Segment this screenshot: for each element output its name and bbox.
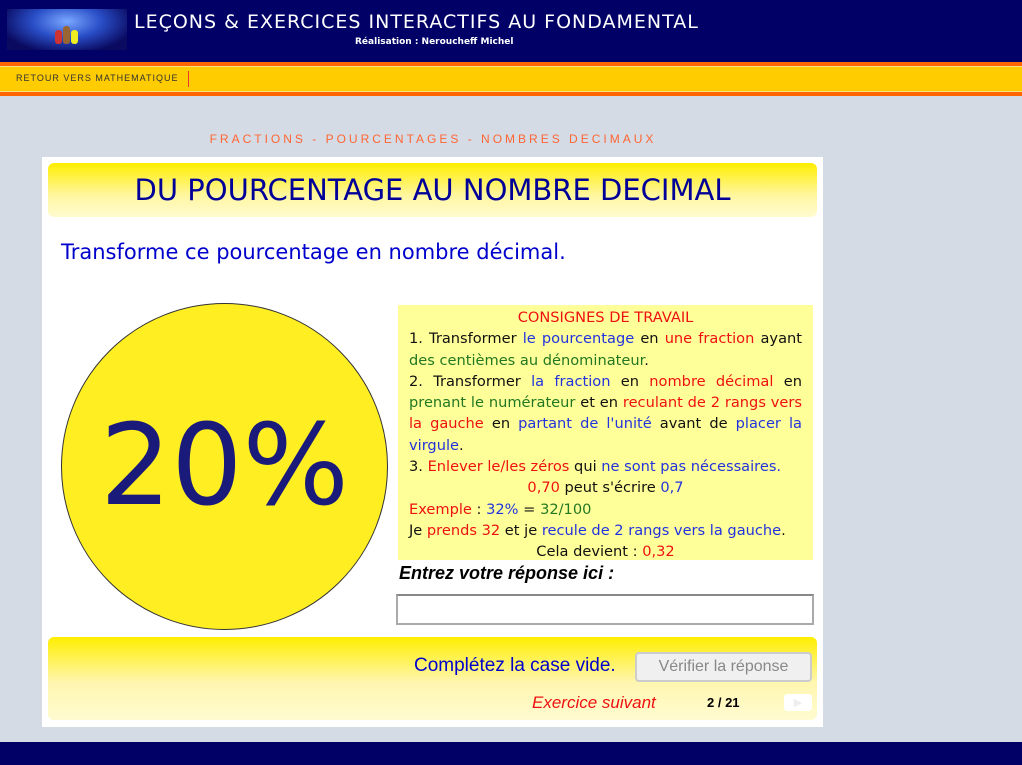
nav-bar: RETOUR VERS MATHEMATIQUE: [0, 62, 1022, 96]
instruction-segment: 0,32: [642, 543, 675, 561]
instructions-title: CONSIGNES DE TRAVAIL: [517, 309, 694, 326]
answer-input[interactable]: [396, 594, 814, 625]
instruction-segment: la fraction: [531, 372, 611, 390]
answer-label: Entrez votre réponse ici :: [399, 563, 615, 583]
instruction-segment: 2. Transformer: [409, 372, 532, 390]
instruction-segment: prends 32: [426, 521, 501, 539]
percentage-circle: 20%: [61, 303, 388, 630]
exercise-prompt: Transforme ce pourcentage en nombre déci…: [61, 240, 566, 264]
exercise-counter: 2 / 21: [707, 695, 740, 710]
instruction-line: 2. Transformer la fraction en nombre déc…: [409, 371, 802, 456]
instruction-line: Je prends 32 et je recule de 2 rangs ver…: [409, 520, 802, 541]
instruction-segment: 0,7: [660, 479, 684, 497]
section-heading: FRACTIONS - POURCENTAGES - NOMBRES DECIM…: [209, 132, 657, 146]
footer-band: Complétez la case vide. Vérifier la répo…: [48, 637, 817, 720]
instruction-segment: des centièmes au dénominateur: [409, 351, 645, 369]
exercise-panel: DU POURCENTAGE AU NOMBRE DECIMAL Transfo…: [42, 157, 823, 727]
nav-separator: [188, 71, 189, 87]
instruction-line: Exemple : 32% = 32/100: [409, 499, 802, 520]
instruction-segment: Je: [409, 521, 427, 539]
instruction-segment: =: [518, 500, 541, 518]
instruction-segment: ne sont pas nécessaires.: [601, 458, 782, 476]
verify-answer-button[interactable]: Vérifier la réponse: [635, 652, 812, 682]
instruction-segment: .: [781, 521, 786, 539]
instruction-segment: en: [483, 415, 519, 433]
logo-image: [7, 9, 127, 50]
instruction-segment: Enlever le/les zéros: [427, 458, 570, 476]
instruction-segment: une fraction: [664, 330, 755, 348]
instruction-segment: :: [471, 500, 487, 518]
instruction-line: 0,70 peut s'écrire 0,7: [409, 477, 802, 498]
status-message: Complétez la case vide.: [414, 655, 616, 676]
back-to-math-link[interactable]: RETOUR VERS MATHEMATIQUE: [16, 73, 179, 83]
site-title: LEÇONS & EXERCICES INTERACTIFS AU FONDAM…: [134, 11, 699, 33]
instruction-line: Cela devient : 0,32: [409, 541, 802, 562]
instruction-segment: 32/100: [540, 500, 592, 518]
instruction-segment: prenant le numérateur: [409, 394, 576, 412]
instructions-box: CONSIGNES DE TRAVAIL 1. Transformer le p…: [398, 305, 813, 560]
instruction-segment: nombre décimal: [649, 372, 774, 390]
instruction-segment: .: [458, 436, 464, 454]
instruction-segment: 3.: [409, 458, 428, 476]
instruction-segment: en: [610, 372, 650, 390]
instruction-segment: recule de 2 rangs vers la gauche: [541, 521, 782, 539]
next-exercise-link[interactable]: Exercice suivant: [532, 693, 656, 713]
instruction-segment: avant de: [651, 415, 736, 433]
instruction-line: 1. Transformer le pourcentage en une fra…: [409, 328, 802, 371]
instruction-segment: qui: [569, 458, 602, 476]
instruction-segment: 1. Transformer: [409, 330, 523, 348]
instruction-segment: en: [773, 372, 802, 390]
exercise-title: DU POURCENTAGE AU NOMBRE DECIMAL: [134, 173, 731, 207]
instruction-segment: le pourcentage: [522, 330, 635, 348]
site-header: LEÇONS & EXERCICES INTERACTIFS AU FONDAM…: [0, 0, 1022, 62]
instruction-segment: 0,70: [527, 479, 560, 497]
instruction-line: 3. Enlever le/les zéros qui ne sont pas …: [409, 456, 802, 477]
instruction-segment: 32%: [486, 500, 519, 518]
footer-bar: [0, 742, 1022, 765]
instruction-segment: .: [644, 351, 649, 369]
instruction-segment: Exemple: [409, 500, 472, 518]
instruction-segment: Cela devient :: [536, 543, 643, 561]
instruction-segment: partant de l'unité: [518, 415, 652, 433]
instruction-segment: en: [634, 330, 665, 348]
instruction-segment: et je: [500, 521, 542, 539]
instruction-segment: et en: [575, 394, 623, 412]
title-band: DU POURCENTAGE AU NOMBRE DECIMAL: [48, 163, 817, 217]
instruction-segment: ayant: [754, 330, 802, 348]
instruction-segment: peut s'écrire: [559, 479, 661, 497]
play-arrow-icon[interactable]: ▶: [784, 694, 812, 711]
site-subtitle: Réalisation : Neroucheff Michel: [355, 37, 514, 47]
